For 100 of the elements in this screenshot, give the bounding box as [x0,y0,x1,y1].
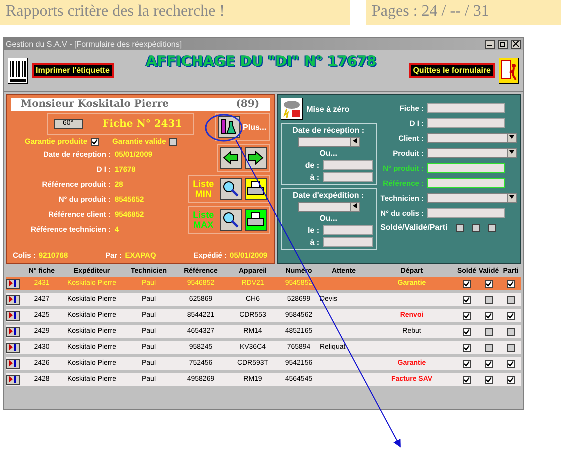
input-field[interactable] [427,178,505,188]
input-field[interactable] [322,237,373,247]
checkbox[interactable] [456,224,464,232]
input-field[interactable] [322,172,373,182]
row-selector[interactable] [6,342,20,352]
checkbox[interactable] [507,328,515,336]
record-pointer-icon [9,360,17,367]
checkbox[interactable] [507,344,515,352]
record-pointer-icon [9,328,17,335]
down-caret-icon [509,194,515,200]
down-caret-icon [509,134,515,140]
or-label: Ou... [320,214,338,223]
checkbox[interactable] [485,328,493,336]
search-button[interactable] [220,178,242,200]
dropdown-field[interactable] [427,133,517,143]
printer-icon [246,181,265,197]
flask-icon [220,118,238,136]
checkbox[interactable] [463,280,471,288]
record-count: (89) [236,99,260,110]
close-icon [513,40,519,46]
input-field[interactable] [322,225,373,235]
previous-button[interactable] [220,147,242,169]
more-label: Plus... [243,122,267,132]
form-heading: AFFICHAGE DU "DI" N° 17678 [145,53,378,70]
storm-cloud-icon[interactable] [280,98,303,120]
input-field[interactable] [427,163,505,173]
record-pointer-icon [9,344,17,351]
checkbox[interactable] [463,344,471,352]
list-label: Liste MIN [192,179,216,199]
input-field[interactable] [427,103,505,113]
quit-form-button[interactable]: Quittes le formulaire [409,63,495,78]
input-field[interactable] [427,118,505,128]
field-label: de : [305,160,320,170]
checkbox[interactable] [463,328,471,336]
right-arrow-icon [248,150,264,166]
list-label: Liste MAX [192,210,216,230]
checkbox[interactable] [463,312,471,320]
field-label: le : [308,226,320,234]
magnifier-icon [222,180,240,198]
checkbox[interactable] [485,360,493,368]
barcode-icon[interactable] [8,58,28,84]
dropdown-field[interactable] [427,148,517,158]
down-caret-icon [509,149,515,155]
status-label: Soldé/Validé/Parti [380,223,448,232]
row-selector[interactable] [6,326,20,336]
highlight-ellipse [205,114,243,142]
checkbox[interactable] [169,138,178,146]
close-button[interactable] [511,40,521,48]
row-selector[interactable] [6,358,20,368]
left-arrow-icon [222,150,239,166]
checkbox[interactable] [485,296,493,304]
checkbox[interactable] [507,376,515,384]
field-label: à : [310,172,320,182]
field-label: à : [310,238,320,246]
minimize-button[interactable] [485,40,495,48]
left-caret-icon [352,203,358,209]
checkbox[interactable] [485,376,493,384]
more-button[interactable] [218,116,240,138]
fiche-number: Fiche N° 2431 [102,118,182,130]
record-pointer-icon [9,312,17,319]
checkbox[interactable] [485,344,493,352]
record-pointer-icon [9,296,17,303]
checkbox[interactable] [488,224,496,232]
row-selector[interactable] [6,278,20,288]
checkbox[interactable] [90,138,99,146]
page-counter: Pages : 24 / -- / 31 [366,0,561,25]
checkbox[interactable] [507,296,515,304]
input-field[interactable] [322,160,373,170]
group-title: Date de réception : [292,126,365,135]
record-pointer-icon [9,280,17,287]
window-title: Gestion du S.A.V - [Formulaire des réexpéditions] [6,40,184,48]
checkbox[interactable] [463,376,471,384]
checkbox[interactable] [485,280,493,288]
print-button[interactable] [244,178,267,200]
next-button[interactable] [244,147,267,169]
checkbox[interactable] [463,360,471,368]
input-field[interactable] [427,208,505,218]
restore-button[interactable] [498,40,508,48]
restore-icon [500,40,506,46]
date-dropdown[interactable] [298,202,360,212]
client-name: Monsieur Koskitalo Pierre [21,99,169,110]
print-label-button[interactable]: Imprimer l'étiquette [32,63,114,78]
dropdown-field[interactable] [427,193,517,203]
date-dropdown[interactable] [298,137,360,147]
page-heading: Rapports critère des la recherche ! [0,0,350,25]
exit-door-icon[interactable] [499,58,519,84]
row-selector[interactable] [6,374,20,384]
checkbox[interactable] [507,312,515,320]
row-selector[interactable] [6,294,20,304]
magnifier-icon [222,211,240,229]
left-caret-icon [352,138,358,144]
checkbox[interactable] [507,280,515,288]
print-button[interactable] [244,209,267,231]
checkbox[interactable] [472,224,480,232]
checkbox[interactable] [463,296,471,304]
row-selector[interactable] [6,310,20,320]
checkbox[interactable] [507,360,515,368]
search-button[interactable] [220,209,242,231]
or-label: Ou... [320,149,338,158]
checkbox[interactable] [485,312,493,320]
